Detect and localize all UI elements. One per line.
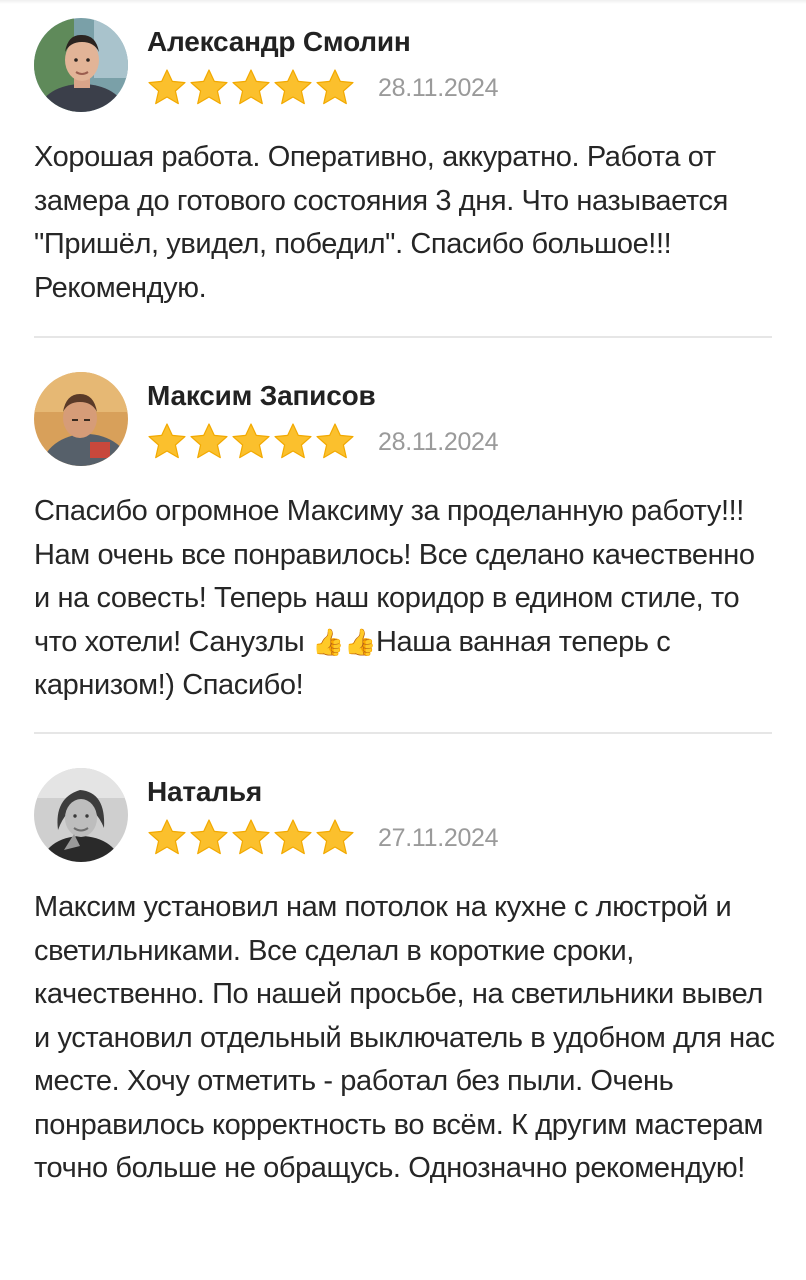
avatar[interactable] bbox=[34, 768, 128, 862]
rating-stars bbox=[147, 69, 355, 105]
top-edge bbox=[0, 0, 806, 4]
star-icon bbox=[148, 423, 186, 459]
star-icon bbox=[316, 69, 354, 105]
star-icon bbox=[316, 819, 354, 855]
star-icon bbox=[190, 423, 228, 459]
star-icon bbox=[232, 819, 270, 855]
author-name[interactable]: Максим Записов bbox=[147, 380, 376, 412]
star-icon bbox=[274, 423, 312, 459]
author-name[interactable]: Александр Смолин bbox=[147, 26, 411, 58]
review-date: 27.11.2024 bbox=[378, 824, 499, 852]
star-icon bbox=[232, 69, 270, 105]
author-name[interactable]: Наталья bbox=[147, 776, 262, 808]
rating-stars bbox=[147, 423, 355, 459]
star-icon bbox=[190, 819, 228, 855]
star-icon bbox=[232, 423, 270, 459]
review-date: 28.11.2024 bbox=[378, 74, 499, 102]
star-icon bbox=[148, 819, 186, 855]
review-text: Хорошая работа. Оперативно, аккуратно. Р… bbox=[34, 141, 728, 304]
review-card: Александр Смолин 28.11.2024 Хорошая рабо… bbox=[0, 18, 806, 328]
review-card: Максим Записов 28.11.2024 Спасибо огромн… bbox=[0, 372, 806, 712]
rating-stars bbox=[147, 819, 355, 855]
divider bbox=[34, 336, 772, 338]
star-icon bbox=[274, 69, 312, 105]
star-icon bbox=[148, 69, 186, 105]
avatar[interactable] bbox=[34, 372, 128, 466]
review-card: Наталья 27.11.2024 Максим установил нам … bbox=[0, 768, 806, 1278]
avatar[interactable] bbox=[34, 18, 128, 112]
divider bbox=[34, 732, 772, 734]
thumbs-up-icon: 👍👍 bbox=[311, 626, 376, 657]
star-icon bbox=[316, 423, 354, 459]
star-icon bbox=[274, 819, 312, 855]
star-icon bbox=[190, 69, 228, 105]
review-date: 28.11.2024 bbox=[378, 428, 499, 456]
review-text: Максим установил нам потолок на кухне с … bbox=[34, 891, 775, 1184]
review-text: Спасибо огромное Максиму за проделанную … bbox=[34, 490, 776, 708]
